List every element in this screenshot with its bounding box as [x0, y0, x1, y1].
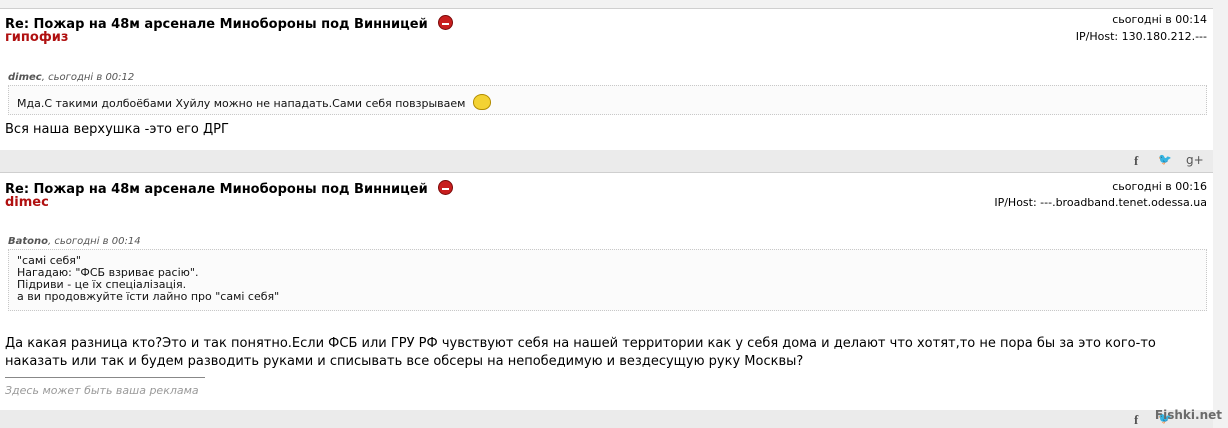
quote-date: , сьогодні в 00:14: [48, 236, 141, 247]
quote-box: "самі себя" Нагадаю: "ФСБ взриває расію"…: [8, 249, 1207, 311]
body-line: наказать или так и будем разводить рукам…: [5, 354, 804, 369]
facepalm-emoji-icon: [473, 94, 492, 110]
angry-face-icon: [437, 180, 453, 195]
twitter-icon[interactable]: 🐦: [1158, 153, 1172, 166]
post-1: Re: Пожар на 48м арсенале Минобороны под…: [0, 8, 1213, 151]
quote-line: а ви продовжуйте їсти лайно про "самі се…: [17, 290, 280, 303]
share-bar-1: f 🐦 g+: [0, 150, 1213, 172]
quote-author[interactable]: Batono: [8, 236, 48, 247]
quote-line: Нагадаю: "ФСБ взриває расію".: [17, 266, 199, 279]
post-body: Да какая разница кто?Это и так понятно.Е…: [5, 335, 1156, 371]
facebook-icon[interactable]: f: [1134, 412, 1138, 428]
body-line: Вся наша верхушка -это его ДРГ: [5, 122, 229, 137]
ad-divider: [5, 377, 205, 378]
post-author[interactable]: гипофиз: [5, 30, 68, 45]
quote-date: , сьогодні в 00:12: [41, 72, 135, 83]
quote-author[interactable]: dimec: [8, 72, 42, 83]
share-bar-2: f 🐦: [0, 410, 1213, 428]
watermark: Fishki.net: [1154, 408, 1222, 422]
facebook-icon[interactable]: f: [1134, 153, 1138, 169]
post-ip: IP/Host: 130.180.212.---: [1075, 30, 1207, 43]
angry-face-icon: [437, 15, 453, 30]
post-title: Re: Пожар на 48м арсенале Минобороны под…: [5, 15, 453, 32]
quote-header: dimec, сьогодні в 00:12: [8, 72, 134, 83]
google-plus-icon[interactable]: g+: [1186, 153, 1204, 167]
ad-placeholder[interactable]: Здесь может быть ваша реклама: [5, 384, 199, 397]
post-ip: IP/Host: ---.broadband.tenet.odessa.ua: [994, 196, 1207, 209]
post-title: Re: Пожар на 48м арсенале Минобороны под…: [5, 180, 453, 197]
post-date: сьогодні в 00:16: [1112, 180, 1207, 193]
post-body: Вся наша верхушка -это его ДРГ: [5, 121, 229, 139]
post-author[interactable]: dimec: [5, 195, 49, 210]
body-line: Да какая разница кто?Это и так понятно.Е…: [5, 336, 1156, 351]
quote-header: Batono, сьогодні в 00:14: [8, 236, 141, 247]
post-2: Re: Пожар на 48м арсенале Минобороны под…: [0, 172, 1213, 411]
post-date: сьогодні в 00:14: [1112, 13, 1207, 26]
quote-box: Мда.С такими долбоёбами Хуйлу можно не н…: [8, 85, 1207, 115]
scrollbar-gutter: [1213, 0, 1228, 428]
quote-line: Мда.С такими долбоёбами Хуйлу можно не н…: [17, 97, 466, 110]
